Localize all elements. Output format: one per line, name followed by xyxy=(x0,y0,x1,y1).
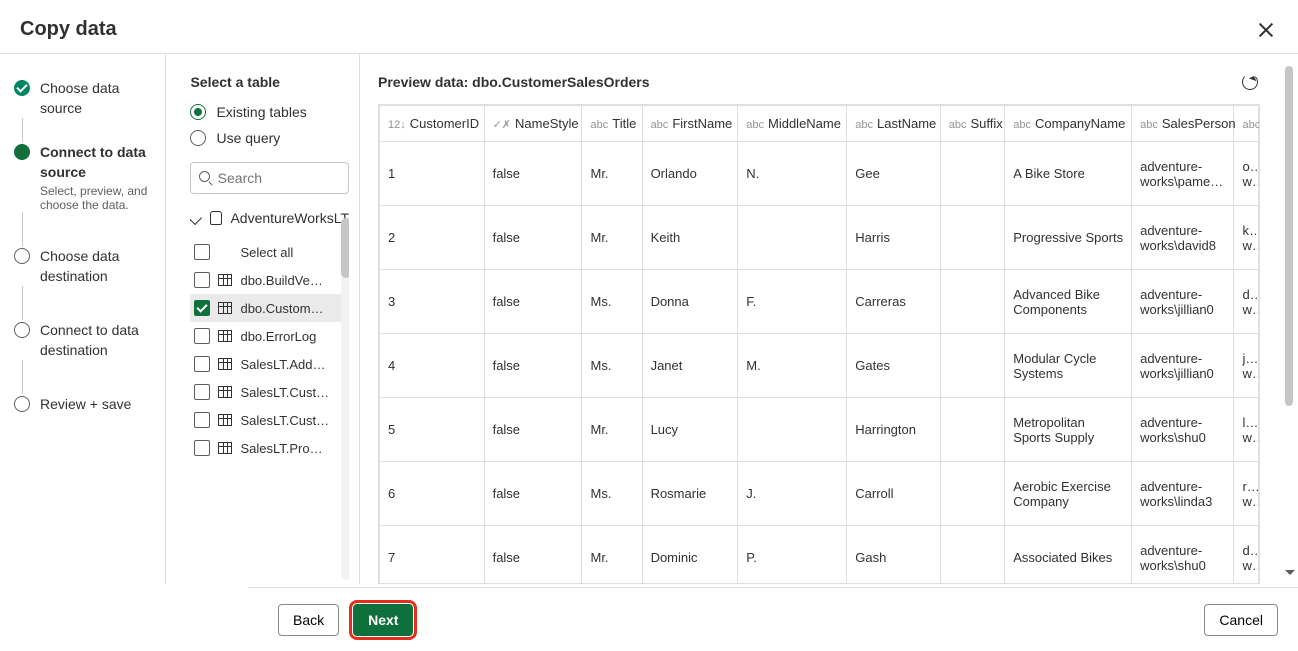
header-row: 12↓CustomerID ✓✗NameStyle abcTitle abcFi… xyxy=(380,106,1259,142)
table-row[interactable]: SalesLT.Add… xyxy=(190,350,349,378)
radio-icon xyxy=(190,104,206,120)
data-grid[interactable]: 12↓CustomerID ✓✗NameStyle abcTitle abcFi… xyxy=(378,104,1260,584)
step-connect-dest[interactable]: Connect to data destination xyxy=(14,320,149,360)
chevron-down-icon[interactable] xyxy=(1285,570,1295,580)
table-row[interactable]: dbo.ErrorLog xyxy=(190,322,349,350)
data-row[interactable]: 6falseMs.RosmarieJ.CarrollAerobic Exerci… xyxy=(380,462,1259,526)
step-connect-source[interactable]: Connect to data source Select, preview, … xyxy=(14,142,149,212)
circle-icon xyxy=(14,248,30,264)
table-row[interactable]: dbo.BuildVe… xyxy=(190,266,349,294)
close-icon[interactable] xyxy=(1258,22,1274,38)
preview-panel: Preview data: dbo.CustomerSalesOrders 12… xyxy=(360,54,1298,584)
table-icon xyxy=(218,274,232,286)
table-icon xyxy=(218,386,232,398)
circle-icon xyxy=(14,322,30,338)
chevron-down-icon xyxy=(190,211,202,225)
next-button[interactable]: Next xyxy=(353,604,413,636)
table-select-panel: Select a table Existing tables Use query… xyxy=(166,54,360,584)
radio-icon xyxy=(190,130,206,146)
checkbox-icon[interactable] xyxy=(194,244,210,260)
dialog-header: Copy data xyxy=(0,0,1298,54)
radio-use-query[interactable]: Use query xyxy=(190,130,349,146)
check-icon xyxy=(14,80,30,96)
search-icon xyxy=(199,171,211,185)
step-choose-source[interactable]: Choose data source xyxy=(14,78,149,118)
step-review[interactable]: Review + save xyxy=(14,394,149,414)
search-input[interactable] xyxy=(190,162,349,194)
select-table-title: Select a table xyxy=(190,74,349,90)
table-icon xyxy=(218,358,232,370)
data-row[interactable]: 5falseMr.LucyHarringtonMetropolitan Spor… xyxy=(380,398,1259,462)
table-icon xyxy=(218,302,232,314)
table-row[interactable]: SalesLT.Cust… xyxy=(190,406,349,434)
data-row[interactable]: 1falseMr.OrlandoN.GeeA Bike Storeadventu… xyxy=(380,142,1259,206)
back-button[interactable]: Back xyxy=(278,604,339,636)
data-row[interactable]: 7falseMr.DominicP.GashAssociated Bikesad… xyxy=(380,526,1259,585)
step-choose-dest[interactable]: Choose data destination xyxy=(14,246,149,286)
dialog-footer: Back Next Cancel xyxy=(248,587,1298,651)
checkbox-icon[interactable] xyxy=(194,384,210,400)
circle-icon xyxy=(14,396,30,412)
wizard-stepper: Choose data source Connect to data sourc… xyxy=(0,54,166,584)
data-row[interactable]: 4falseMs.JanetM.GatesModular Cycle Syste… xyxy=(380,334,1259,398)
radio-existing-tables[interactable]: Existing tables xyxy=(190,104,349,120)
data-row[interactable]: 3falseMs.DonnaF.CarrerasAdvanced Bike Co… xyxy=(380,270,1259,334)
preview-title: Preview data: dbo.CustomerSalesOrders xyxy=(378,74,650,90)
table-row[interactable]: SalesLT.Cust… xyxy=(190,378,349,406)
database-icon xyxy=(210,211,222,225)
dot-icon xyxy=(14,144,30,160)
checkbox-icon[interactable] xyxy=(194,412,210,428)
dialog-title: Copy data xyxy=(20,18,117,41)
data-row[interactable]: 2falseMr.KeithHarrisProgressive Sportsad… xyxy=(380,206,1259,270)
checkbox-icon[interactable] xyxy=(194,356,210,372)
tree-scrollbar[interactable] xyxy=(341,218,349,580)
table-icon xyxy=(218,442,232,454)
checkbox-icon[interactable] xyxy=(194,440,210,456)
select-all-item[interactable]: Select all xyxy=(190,238,349,266)
checkbox-icon[interactable] xyxy=(194,328,210,344)
table-icon xyxy=(218,330,232,342)
refresh-icon[interactable] xyxy=(1242,74,1258,90)
preview-scrollbar[interactable] xyxy=(1282,66,1296,576)
checkbox-icon[interactable] xyxy=(194,272,210,288)
table-icon xyxy=(218,414,232,426)
table-row[interactable]: dbo.Custom… xyxy=(190,294,349,322)
checkbox-icon[interactable] xyxy=(194,300,210,316)
cancel-button[interactable]: Cancel xyxy=(1204,604,1278,636)
table-row[interactable]: SalesLT.Pro… xyxy=(190,434,349,462)
table-list: Select all dbo.BuildVe… dbo.Custom… dbo.… xyxy=(190,238,349,462)
tree-db-node[interactable]: AdventureWorksLT xyxy=(190,208,349,228)
